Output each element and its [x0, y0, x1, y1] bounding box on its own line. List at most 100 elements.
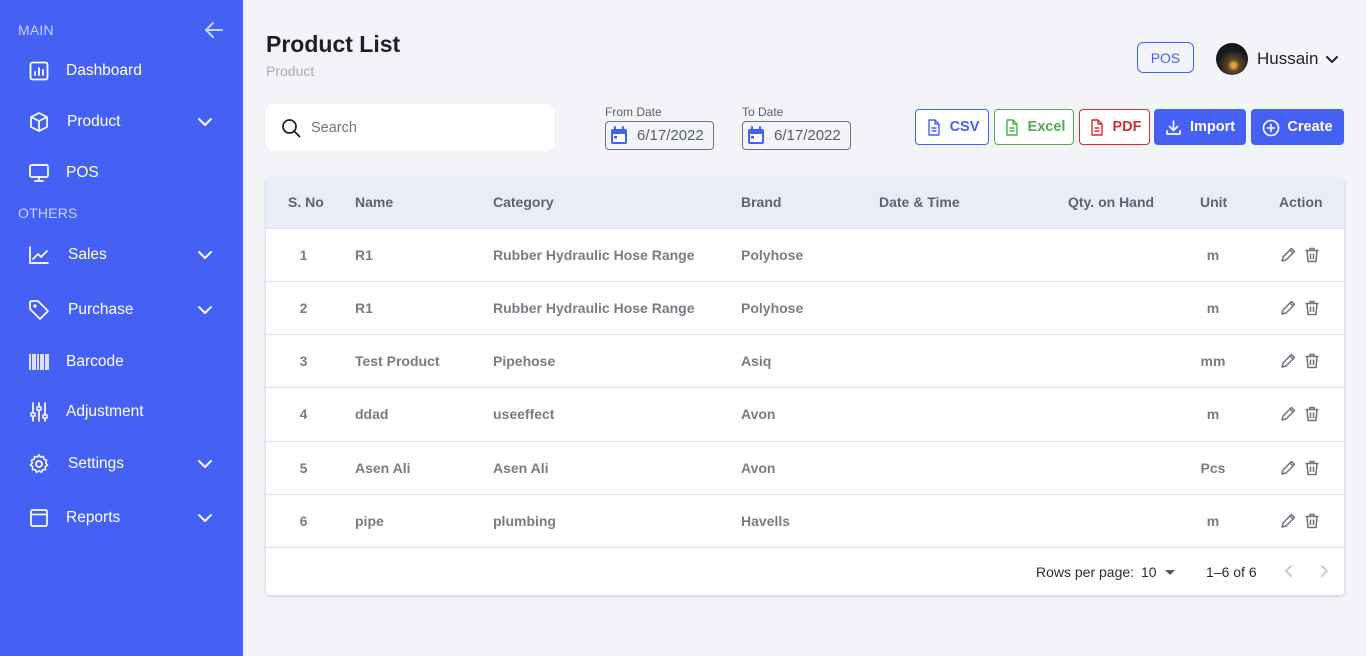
table-row: 5 Asen Ali Asen Ali Avon Pcs — [266, 441, 1344, 494]
to-date-label: To Date — [742, 105, 784, 119]
chevron-down-icon — [1324, 51, 1340, 67]
sidebar-item-label: Product — [67, 113, 121, 130]
column-header-action: Action — [1279, 194, 1323, 210]
import-button[interactable]: Import — [1154, 109, 1246, 145]
trash-icon[interactable] — [1303, 299, 1321, 317]
next-page-button[interactable] — [1314, 561, 1334, 581]
plus-circle-icon — [1262, 119, 1280, 136]
cell-unit: Pcs — [1200, 460, 1226, 476]
chevron-down-icon — [196, 113, 214, 131]
sidebar-item-label: Reports — [66, 509, 121, 526]
from-date-field[interactable]: 6/17/2022 — [605, 121, 714, 150]
cell-category: useeffect — [493, 406, 555, 422]
sidebar-item-product[interactable]: Product — [0, 102, 243, 142]
rows-per-page-label: Rows per page: — [1036, 564, 1135, 580]
excel-export-button[interactable]: Excel — [994, 109, 1074, 145]
chevron-down-icon — [196, 455, 214, 473]
file-icon — [1003, 118, 1020, 136]
sidebar-item-reports[interactable]: Reports — [0, 498, 243, 538]
cell-unit: mm — [1200, 353, 1226, 369]
edit-icon[interactable] — [1279, 299, 1297, 317]
collapse-sidebar-button[interactable] — [203, 20, 225, 40]
rows-per-page-select[interactable]: 10 — [1141, 564, 1175, 580]
excel-label: Excel — [1027, 119, 1066, 135]
chevron-right-icon — [1321, 565, 1328, 577]
sidebar-item-dashboard[interactable]: Dashboard — [0, 51, 243, 91]
sidebar-item-barcode[interactable]: Barcode — [0, 342, 243, 382]
import-label: Import — [1189, 119, 1236, 135]
search-icon — [281, 118, 301, 138]
chevron-down-icon — [196, 509, 214, 527]
cell-category: plumbing — [493, 513, 556, 529]
cell-name: R1 — [355, 300, 373, 316]
previous-page-button[interactable] — [1279, 561, 1299, 581]
trash-icon[interactable] — [1303, 512, 1321, 530]
cell-name: R1 — [355, 247, 373, 263]
cell-brand: Avon — [741, 460, 776, 476]
sidebar-item-label: POS — [66, 164, 99, 181]
trash-icon[interactable] — [1303, 459, 1321, 477]
cell-brand: Asiq — [741, 353, 772, 369]
column-header-name: Name — [355, 194, 394, 210]
edit-icon[interactable] — [1279, 352, 1297, 370]
cell-category: Pipehose — [493, 353, 556, 369]
user-name: Hussain — [1257, 48, 1319, 68]
rows-per-page-value: 10 — [1141, 564, 1157, 580]
download-icon — [1165, 119, 1182, 136]
column-header-datetime: Date & Time — [879, 194, 960, 210]
sidebar-item-settings[interactable]: Settings — [0, 444, 243, 484]
from-date-value: 6/17/2022 — [637, 127, 704, 144]
trash-icon[interactable] — [1303, 352, 1321, 370]
gear-icon — [28, 453, 50, 475]
csv-export-button[interactable]: CSV — [915, 109, 989, 145]
pdf-export-button[interactable]: PDF — [1079, 109, 1150, 145]
cell-name: pipe — [355, 513, 384, 529]
create-label: Create — [1287, 119, 1333, 135]
tag-icon — [28, 299, 50, 321]
table-row: 2 R1 Rubber Hydraulic Hose Range Polyhose m — [266, 281, 1344, 334]
table-pagination: Rows per page: 10 1–6 of 6 — [266, 547, 1344, 595]
column-header-sno: S. No — [288, 194, 324, 210]
pagination-range: 1–6 of 6 — [1206, 564, 1257, 580]
edit-icon[interactable] — [1279, 512, 1297, 530]
sidebar-item-label: Dashboard — [66, 62, 142, 79]
pos-button[interactable]: POS — [1137, 42, 1194, 73]
edit-icon[interactable] — [1279, 246, 1297, 264]
cell-unit: m — [1206, 300, 1220, 316]
cell-brand: Polyhose — [741, 300, 804, 316]
to-date-value: 6/17/2022 — [774, 127, 841, 144]
trash-icon[interactable] — [1303, 246, 1321, 264]
column-header-unit: Unit — [1200, 194, 1228, 210]
calendar-icon — [609, 125, 629, 146]
search-input[interactable] — [311, 119, 531, 136]
sidebar-item-label: Sales — [68, 246, 107, 263]
sidebar-item-adjustment[interactable]: Adjustment — [0, 392, 243, 432]
cell-unit: m — [1206, 406, 1220, 422]
sidebar-item-sales[interactable]: Sales — [0, 235, 243, 275]
create-button[interactable]: Create — [1251, 109, 1344, 145]
cell-sno: 2 — [299, 300, 308, 316]
chevron-down-icon — [196, 246, 214, 264]
sidebar: MAIN Dashboard Product POS OTHERS Sales — [0, 0, 243, 656]
cell-category: Rubber Hydraulic Hose Range — [493, 247, 695, 263]
user-menu[interactable]: Hussain — [1216, 42, 1340, 75]
cell-brand: Avon — [741, 406, 776, 422]
sidebar-item-pos[interactable]: POS — [0, 153, 243, 193]
search-box — [266, 104, 554, 151]
cell-category: Asen Ali — [493, 460, 549, 476]
edit-icon[interactable] — [1279, 405, 1297, 423]
trash-icon[interactable] — [1303, 405, 1321, 423]
avatar — [1216, 42, 1248, 75]
sidebar-item-label: Barcode — [66, 353, 124, 370]
page-title: Product List — [266, 31, 401, 57]
edit-icon[interactable] — [1279, 459, 1297, 477]
sidebar-item-label: Purchase — [68, 301, 134, 318]
arrow-left-icon — [205, 22, 223, 38]
cell-unit: m — [1206, 247, 1220, 263]
cell-name: Test Product — [355, 353, 440, 369]
column-header-brand: Brand — [741, 194, 782, 210]
table-row: 3 Test Product Pipehose Asiq mm — [266, 334, 1344, 387]
pdf-label: PDF — [1112, 119, 1142, 135]
sidebar-item-purchase[interactable]: Purchase — [0, 290, 243, 330]
to-date-field[interactable]: 6/17/2022 — [742, 121, 851, 150]
